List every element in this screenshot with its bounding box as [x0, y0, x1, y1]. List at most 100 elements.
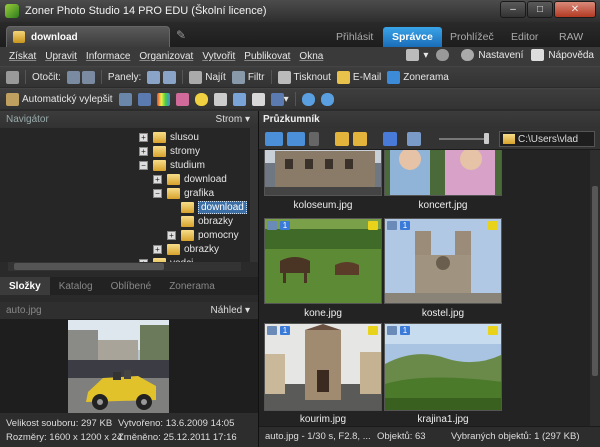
sort-icon[interactable]: [383, 132, 397, 146]
tab-manager[interactable]: Správce: [383, 27, 442, 47]
auto-enhance-button[interactable]: Automatický vylepšit: [6, 92, 113, 106]
menu-edit[interactable]: Upravit: [45, 51, 77, 62]
new-tab-icon[interactable]: ✎: [176, 28, 192, 43]
expand-icon[interactable]: +: [167, 231, 176, 240]
collapse-icon[interactable]: −: [153, 189, 162, 198]
version-badge: 1: [280, 326, 290, 335]
tree-node-studium[interactable]: − studium: [139, 159, 205, 172]
settings-button[interactable]: Nastavení: [461, 49, 523, 61]
file-size: Velikost souboru: 297 KB: [6, 418, 113, 429]
slider-knob[interactable]: [484, 133, 489, 144]
menu-info[interactable]: Informace: [86, 51, 130, 62]
explorer-toolbar: C:\Users\vlad: [259, 128, 600, 150]
new-folder-icon[interactable]: [353, 132, 367, 146]
tree-node-obrazky[interactable]: + obrazky: [153, 243, 219, 256]
thumbnail-size-slider[interactable]: [439, 133, 489, 144]
binoculars-icon: [189, 70, 203, 84]
filter-icon: [231, 70, 245, 84]
tree-mode-dropdown[interactable]: Strom ▾: [216, 114, 250, 125]
menu-create[interactable]: Vytvořit: [202, 51, 235, 62]
panel-right-button[interactable]: [163, 70, 177, 84]
tab-editor[interactable]: Editor: [502, 27, 547, 47]
tab-catalog[interactable]: Katalog: [50, 277, 102, 295]
crop-button[interactable]: [251, 92, 265, 106]
histogram-button[interactable]: [137, 92, 151, 106]
resize-button[interactable]: [232, 92, 246, 106]
tab-viewer[interactable]: Prohlížeč: [441, 27, 503, 47]
crop-icon: [251, 92, 265, 106]
rotate-right-button[interactable]: [81, 70, 95, 84]
bulb-button[interactable]: [194, 92, 208, 106]
find-button[interactable]: Najít: [189, 70, 226, 84]
help-icon: [531, 49, 545, 61]
tree-vertical-scrollbar[interactable]: [250, 128, 258, 262]
print-button[interactable]: Tisknout: [277, 70, 331, 84]
tree-node-label: obrazky: [198, 216, 234, 227]
tree-node-slusou[interactable]: + slusou: [139, 131, 199, 144]
email-button[interactable]: E-Mail: [336, 70, 381, 84]
tab-raw[interactable]: RAW: [550, 27, 592, 47]
path-input[interactable]: C:\Users\vlad: [499, 131, 595, 147]
levels-button[interactable]: [118, 92, 132, 106]
document-tab[interactable]: download: [6, 26, 170, 47]
palette-button[interactable]: [175, 92, 189, 106]
forward-icon[interactable]: [287, 132, 305, 146]
tree-node-grafika[interactable]: − grafika: [153, 187, 214, 200]
back-icon[interactable]: [265, 132, 283, 146]
plus-icon: [301, 92, 315, 106]
history-dropdown-icon[interactable]: [309, 132, 319, 146]
scroll-thumb[interactable]: [14, 263, 164, 270]
camera-icon: [6, 70, 19, 84]
panel-left-icon: [147, 70, 161, 84]
tree-node-label: grafika: [184, 188, 215, 199]
modified-date: Změněno: 25.12.2011 17:16: [118, 432, 237, 443]
preview-filename: auto.jpg: [6, 305, 42, 316]
expand-icon[interactable]: +: [153, 175, 162, 184]
folder-icon: [167, 188, 180, 199]
refresh-button[interactable]: [320, 92, 334, 106]
tree-node-download[interactable]: + download: [153, 173, 227, 186]
close-button[interactable]: ✕: [554, 1, 596, 18]
scroll-thumb[interactable]: [592, 186, 598, 376]
tab-favorites[interactable]: Oblíbené: [102, 277, 161, 295]
preview-header: auto.jpg Náhled ▾: [0, 302, 258, 319]
expand-icon[interactable]: +: [139, 147, 148, 156]
tree-node-stromy[interactable]: + stromy: [139, 145, 200, 158]
thumbnail-filename: kourim.jpg: [299, 414, 347, 425]
maximize-button[interactable]: □: [527, 1, 553, 18]
tree-node-download-selected[interactable]: download: [167, 201, 247, 214]
grid-vertical-scrollbar[interactable]: [590, 150, 600, 435]
sharpen-button[interactable]: [213, 92, 227, 106]
rotate-left-button[interactable]: [66, 70, 80, 84]
tab-login[interactable]: Přihlásit: [327, 27, 382, 47]
tree-node-obrazky[interactable]: obrazky: [167, 215, 233, 228]
expand-icon[interactable]: +: [139, 133, 148, 142]
help-button[interactable]: Nápověda: [531, 49, 594, 61]
expand-icon[interactable]: +: [153, 245, 162, 254]
menu-organize[interactable]: Organizovat: [139, 51, 193, 62]
tree-horizontal-scrollbar[interactable]: [8, 262, 241, 271]
zoom-in-button[interactable]: [301, 92, 315, 106]
preview-mode-dropdown[interactable]: Náhled ▾: [211, 305, 251, 316]
camera-button[interactable]: [6, 70, 19, 84]
colors-button[interactable]: [156, 92, 170, 106]
collapse-icon[interactable]: −: [139, 161, 148, 170]
monitor-dropdown[interactable]: ▾: [406, 49, 428, 61]
tab-folders[interactable]: Složky: [0, 277, 50, 295]
panels-label: Panely:: [107, 71, 142, 83]
panel-left-button[interactable]: [147, 70, 161, 84]
user-button[interactable]: [436, 49, 453, 61]
menu-get[interactable]: Získat: [9, 51, 36, 62]
effects-button[interactable]: ▾: [270, 92, 289, 106]
filter-button[interactable]: Filtr: [231, 70, 265, 84]
view-mode-icon[interactable]: [407, 132, 421, 146]
tree-node-pomocny[interactable]: + pomocny: [167, 229, 239, 242]
minimize-button[interactable]: –: [500, 1, 526, 18]
folder-up-icon[interactable]: [335, 132, 349, 146]
explorer-panel: Průzkumník C:\Users\vlad koloseum.jpg ko…: [258, 111, 600, 447]
zonerama-button[interactable]: Zonerama: [387, 70, 449, 84]
menu-windows[interactable]: Okna: [299, 51, 323, 62]
menu-publish[interactable]: Publikovat: [244, 51, 290, 62]
tab-zonerama[interactable]: Zonerama: [160, 277, 224, 295]
find-label: Najít: [205, 71, 226, 83]
